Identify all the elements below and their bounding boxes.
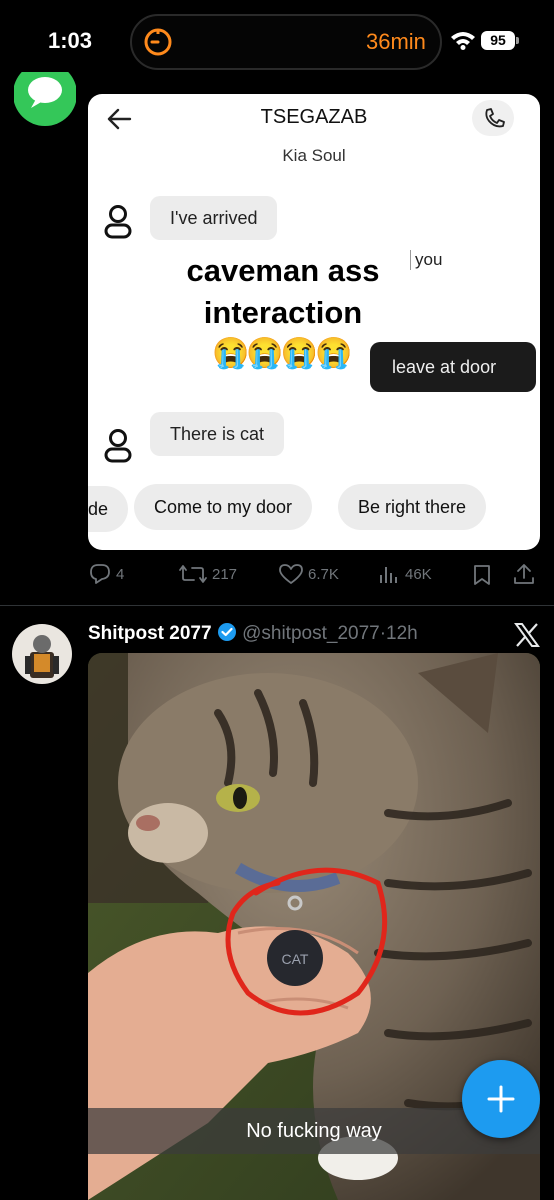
crying-emoji: 😭😭😭😭 bbox=[212, 337, 352, 370]
like-button[interactable]: 6.7K bbox=[278, 563, 339, 585]
incoming-bubble: There is cat bbox=[150, 412, 285, 456]
battery-tip bbox=[516, 37, 519, 44]
embedded-screenshot[interactable]: TSEGAZAB Kia Soul I've arrived you cavem… bbox=[88, 94, 540, 550]
repost-button[interactable]: 217 bbox=[178, 563, 237, 585]
chat-subtitle: Kia Soul bbox=[282, 146, 346, 165]
phone-button bbox=[472, 100, 514, 136]
meme-caption: caveman ass interaction bbox=[186, 253, 380, 330]
post-divider bbox=[0, 605, 554, 606]
bookmark-icon[interactable] bbox=[472, 564, 492, 586]
author-name[interactable]: Shitpost 2077 bbox=[88, 623, 212, 644]
avatar[interactable] bbox=[12, 624, 72, 684]
like-count: 6.7K bbox=[308, 565, 339, 583]
like-icon bbox=[279, 564, 303, 584]
plus-icon bbox=[487, 1085, 515, 1113]
reply-button[interactable]: 4 bbox=[88, 563, 124, 585]
reply-count: 4 bbox=[116, 565, 125, 583]
phone-icon bbox=[485, 108, 505, 128]
views-icon bbox=[380, 567, 397, 583]
incoming-bubble: I've arrived bbox=[150, 196, 278, 240]
share-icon[interactable] bbox=[512, 562, 536, 586]
x-logo-icon[interactable] bbox=[514, 622, 540, 648]
quick-reply-chip: Come to my door bbox=[134, 484, 313, 530]
wifi-icon bbox=[451, 32, 475, 50]
tag-text: CAT bbox=[282, 951, 309, 967]
views-count: 46K bbox=[405, 565, 432, 583]
person-icon bbox=[104, 429, 132, 463]
timer-text: 36min bbox=[366, 29, 426, 54]
views-button[interactable]: 46K bbox=[377, 563, 432, 585]
messages-app-icon[interactable] bbox=[14, 72, 76, 130]
battery-icon: 95 bbox=[481, 31, 515, 50]
reply-icon bbox=[90, 564, 110, 584]
author-handle[interactable]: @shitpost_2077 bbox=[242, 623, 380, 644]
repost-icon bbox=[179, 565, 207, 583]
avatar-figure bbox=[25, 635, 59, 678]
post-header: Shitpost 2077 @shitpost_2077·12h bbox=[88, 622, 418, 645]
status-time: 1:03 bbox=[48, 28, 93, 53]
quick-reply-partial: de bbox=[88, 499, 109, 519]
post-time[interactable]: 12h bbox=[386, 623, 418, 644]
person-icon bbox=[104, 205, 132, 239]
timer-icon bbox=[144, 28, 172, 56]
quick-reply-chip: de bbox=[88, 486, 129, 532]
verified-badge-icon bbox=[217, 623, 236, 641]
outgoing-bubble: leave at door bbox=[370, 342, 536, 392]
quick-reply-chip: Be right there bbox=[338, 484, 487, 530]
repost-count: 217 bbox=[212, 565, 238, 583]
compose-button[interactable] bbox=[462, 1060, 540, 1138]
